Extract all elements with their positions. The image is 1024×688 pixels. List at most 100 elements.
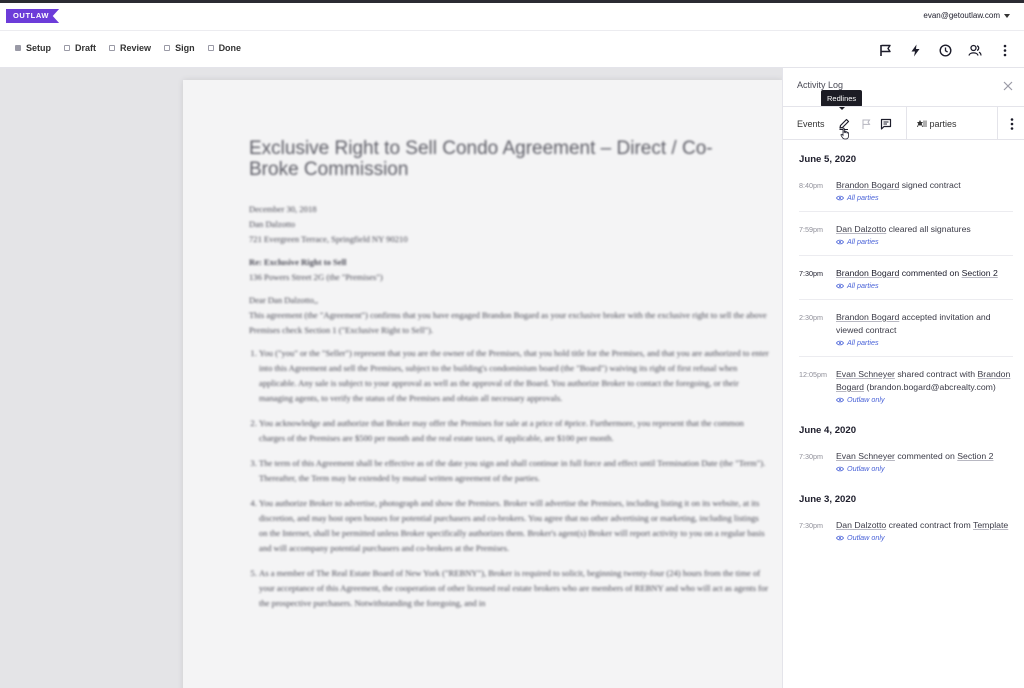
clock-icon[interactable] (934, 39, 956, 61)
visibility-label: Outlaw only (847, 395, 885, 404)
entry-time: 8:40pm (799, 181, 823, 190)
step-label: Review (120, 43, 152, 53)
step-label: Draft (75, 43, 97, 53)
user-email: evan@getoutlaw.com (923, 11, 1000, 20)
visibility-label: Outlaw only (847, 533, 885, 542)
entry-target[interactable]: Template (973, 520, 1008, 530)
visibility-label: All parties (847, 281, 879, 290)
step-indicator-icon (109, 45, 116, 51)
flag-icon[interactable] (874, 39, 896, 61)
more-vertical-icon[interactable] (1005, 116, 1019, 132)
step-sign[interactable]: Sign (164, 43, 195, 53)
entry-actor[interactable]: Dan Dalzotto (836, 224, 886, 234)
document-clauses: You ("you" or the "Seller") represent th… (249, 346, 769, 611)
entry-visibility: Outlaw only (836, 464, 1013, 473)
entry-time: 7:30pm (799, 269, 823, 278)
entry-time: 7:30pm (799, 521, 823, 530)
document-clause: You acknowledge and authorize that Broke… (259, 416, 769, 446)
activity-log-list: June 5, 2020 8:40pm Brandon Bogard signe… (799, 154, 1013, 563)
entry-visibility: All parties (836, 281, 1013, 290)
entry-action: commented on (894, 451, 958, 461)
hand-cursor-icon (840, 127, 854, 141)
flag-filter-icon[interactable] (859, 117, 873, 131)
step-review[interactable]: Review (109, 43, 151, 53)
entry-actor[interactable]: Evan Schneyer (836, 369, 895, 379)
day-heading: June 5, 2020 (799, 154, 857, 165)
eye-icon (836, 397, 844, 402)
events-filter-label: Events (797, 119, 825, 129)
document-canvas[interactable]: Exclusive Right to Sell Condo Agreement … (0, 68, 782, 688)
day-heading: June 4, 2020 (799, 425, 857, 436)
entry-actor[interactable]: Evan Schneyer (836, 451, 895, 461)
activity-log-panel: Activity Log Redlines Events All parties… (782, 68, 1024, 688)
lightning-icon[interactable] (904, 39, 926, 61)
users-icon[interactable] (964, 39, 986, 61)
step-indicator-icon (207, 45, 214, 51)
activity-entry: 7:30pm Brandon Bogard commented on Secti… (799, 267, 1013, 300)
parties-select[interactable]: All parties (906, 107, 998, 140)
entry-description: Evan Schneyer commented on Section 2 (836, 450, 1013, 463)
activity-filters: Events All parties (783, 106, 1024, 140)
document-body: December 30, 2018 Dan Dalzotto 721 Everg… (249, 202, 769, 621)
document-clause: You authorize Broker to advertise, photo… (259, 496, 769, 556)
eye-icon (836, 239, 844, 244)
entry-visibility: All parties (836, 338, 1013, 347)
entry-actor[interactable]: Brandon Bogard (836, 180, 899, 190)
step-label: Sign (175, 43, 195, 53)
entry-description: Dan Dalzotto cleared all signatures (836, 223, 1013, 236)
document-clause: As a member of The Real Estate Board of … (259, 566, 769, 611)
document-title: Exclusive Right to Sell Condo Agreement … (249, 138, 713, 180)
close-icon[interactable] (1002, 79, 1014, 91)
chevron-down-icon (917, 122, 923, 126)
entry-time: 12:05pm (799, 370, 827, 379)
chevron-down-icon (1004, 13, 1010, 18)
document-re-line: Re: Exclusive Right to Sell (249, 257, 347, 267)
app-header: OUTLAW evan@getoutlaw.com (0, 3, 1024, 31)
document-salutation: Dear Dan Dalzotto,, (249, 295, 319, 305)
entry-action: commented on (899, 268, 962, 278)
activity-entry: 7:30pm Dan Dalzotto created contract fro… (799, 519, 1013, 551)
entry-actor[interactable]: Brandon Bogard (836, 312, 899, 322)
entry-visibility: Outlaw only (836, 533, 1013, 542)
entry-visibility: All parties (836, 193, 1013, 202)
document-date: December 30, 2018 (249, 204, 317, 214)
document-clause: You ("you" or the "Seller") represent th… (259, 346, 769, 406)
visibility-label: All parties (847, 338, 879, 347)
visibility-label: All parties (847, 193, 879, 202)
user-menu[interactable]: evan@getoutlaw.com (923, 11, 1010, 20)
activity-entry: 2:30pm Brandon Bogard accepted invitatio… (799, 311, 1013, 357)
step-setup[interactable]: Setup (15, 43, 51, 53)
activity-entry: 8:40pm Brandon Bogard signed contract Al… (799, 179, 1013, 212)
document-recipient: Dan Dalzotto (249, 219, 296, 229)
document-header-block: December 30, 2018 Dan Dalzotto 721 Everg… (249, 202, 769, 247)
entry-action: signed contract (899, 180, 961, 190)
entry-target[interactable]: Section 2 (957, 451, 993, 461)
document-intro: This agreement (the "Agreement") confirm… (249, 310, 767, 335)
entry-actor[interactable]: Dan Dalzotto (836, 520, 886, 530)
comment-filter-icon[interactable] (879, 117, 893, 131)
panel-title: Activity Log (797, 80, 844, 90)
entry-visibility: All parties (836, 237, 1013, 246)
day-heading: June 3, 2020 (799, 494, 857, 505)
entry-description: Brandon Bogard accepted invitation and v… (836, 311, 1013, 337)
entry-target[interactable]: Section 2 (962, 268, 998, 278)
step-draft[interactable]: Draft (64, 43, 96, 53)
eye-icon (836, 195, 844, 200)
entry-description: Evan Schneyer shared contract with Brand… (836, 368, 1013, 394)
entry-time: 2:30pm (799, 313, 823, 322)
eye-icon (836, 535, 844, 540)
step-done[interactable]: Done (207, 43, 241, 53)
more-vertical-icon[interactable] (994, 39, 1016, 61)
entry-actor[interactable]: Brandon Bogard (836, 268, 899, 278)
eye-icon (836, 466, 844, 471)
activity-entry: 7:30pm Evan Schneyer commented on Sectio… (799, 450, 1013, 482)
eye-icon (836, 340, 844, 345)
visibility-label: Outlaw only (847, 464, 885, 473)
entry-time: 7:30pm (799, 452, 823, 461)
activity-entry: 7:59pm Dan Dalzotto cleared all signatur… (799, 223, 1013, 256)
document-page: Exclusive Right to Sell Condo Agreement … (183, 80, 782, 688)
step-indicator-icon (164, 45, 171, 51)
contract-toolbar: Setup Draft Review Sign Done (0, 32, 1024, 68)
workflow-steps: Setup Draft Review Sign Done (15, 43, 241, 53)
outlaw-logo[interactable]: OUTLAW (6, 9, 60, 23)
